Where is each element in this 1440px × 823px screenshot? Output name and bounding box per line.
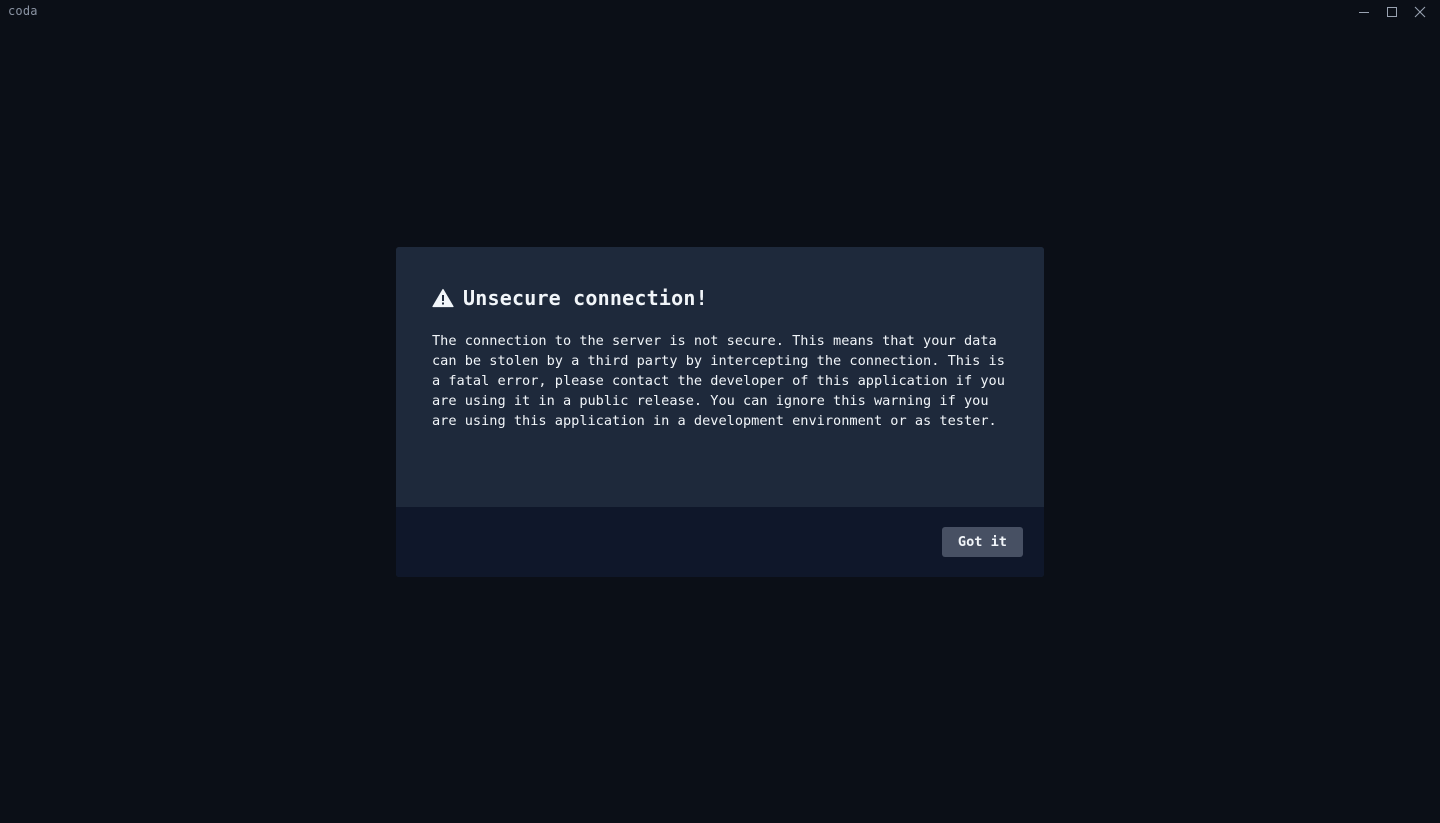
dialog-body: Unsecure connection! The connection to t… — [396, 247, 1044, 507]
close-button[interactable] — [1406, 0, 1434, 24]
minimize-icon — [1359, 12, 1369, 13]
maximize-button[interactable] — [1378, 0, 1406, 24]
minimize-button[interactable] — [1350, 0, 1378, 24]
close-icon — [1414, 6, 1426, 18]
window-controls — [1350, 0, 1434, 24]
app-window: coda Unsecure connection! The connection… — [0, 0, 1440, 823]
dialog-message: The connection to the server is not secu… — [432, 333, 1005, 429]
window-title: coda — [8, 4, 38, 18]
dialog-footer: Got it — [396, 507, 1044, 577]
dialog-title: Unsecure connection! — [463, 286, 708, 310]
maximize-icon — [1387, 7, 1397, 17]
dialog-header: Unsecure connection! — [432, 285, 1008, 311]
unsecure-connection-dialog: Unsecure connection! The connection to t… — [396, 247, 1044, 577]
got-it-button[interactable]: Got it — [941, 527, 1023, 557]
title-bar[interactable]: coda — [0, 0, 1440, 24]
warning-icon — [432, 288, 454, 308]
